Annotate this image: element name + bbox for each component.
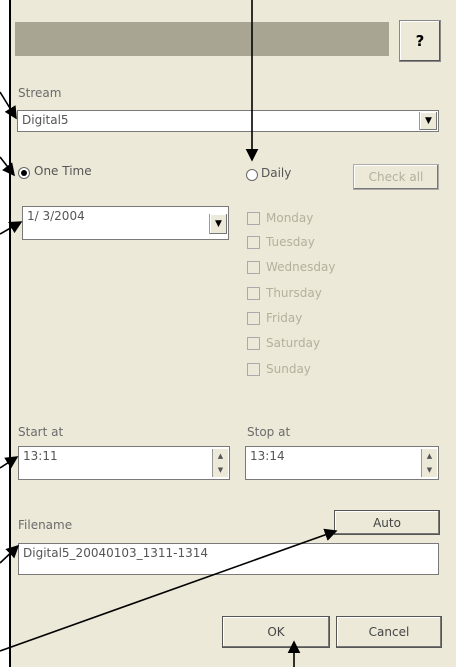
arrow-date	[0, 221, 23, 235]
arrow-stream	[0, 91, 17, 120]
arrow-filename	[0, 544, 20, 564]
arrow-start	[0, 456, 19, 469]
annotation-arrows	[0, 0, 338, 667]
arrow-one-time	[0, 156, 15, 177]
arrow-auto	[0, 528, 338, 652]
